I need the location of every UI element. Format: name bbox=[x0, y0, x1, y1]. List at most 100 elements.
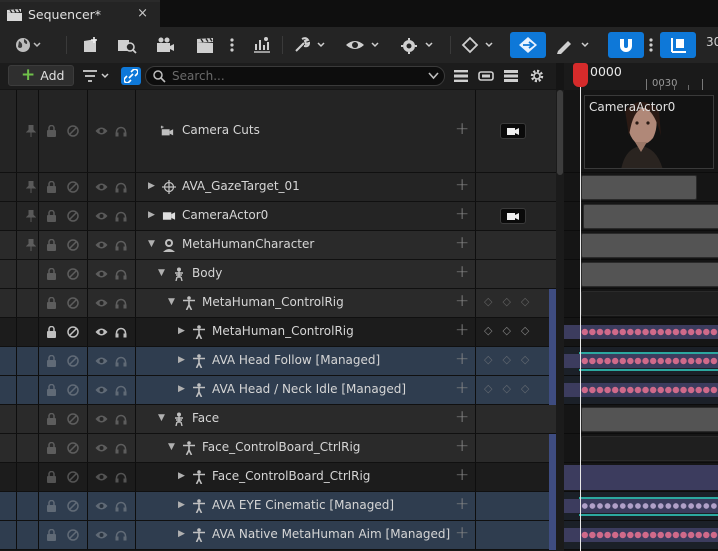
scrollbar-thumb[interactable] bbox=[557, 90, 563, 175]
add-subtrack-button[interactable]: + bbox=[455, 378, 469, 398]
track-lane[interactable] bbox=[564, 231, 718, 260]
collapse-rows-icon[interactable] bbox=[452, 67, 470, 85]
disable-icon[interactable] bbox=[66, 499, 80, 513]
add-subtrack-button[interactable]: + bbox=[455, 119, 469, 139]
list-view-icon[interactable] bbox=[502, 67, 520, 85]
lock-icon[interactable] bbox=[44, 383, 58, 397]
headphones-icon[interactable] bbox=[114, 470, 128, 484]
track-lane[interactable] bbox=[564, 463, 718, 492]
find-in-content-button[interactable] bbox=[114, 32, 140, 58]
expand-arrow-right-icon[interactable]: ▶ bbox=[148, 181, 155, 191]
track-row[interactable]: ▶ Face_ControlBoard_CtrlRig + bbox=[0, 463, 556, 492]
lock-icon[interactable] bbox=[44, 209, 58, 223]
eye-icon[interactable] bbox=[94, 238, 108, 252]
disable-icon[interactable] bbox=[66, 124, 80, 138]
add-subtrack-button[interactable]: + bbox=[455, 320, 469, 340]
lock-icon[interactable] bbox=[44, 441, 58, 455]
keyframe-markers[interactable] bbox=[581, 502, 718, 510]
track-row[interactable]: ▶ CameraActor0 + bbox=[0, 202, 556, 231]
keyframe-markers[interactable] bbox=[581, 386, 718, 394]
add-subtrack-button[interactable]: + bbox=[455, 262, 469, 282]
section-bar[interactable] bbox=[581, 233, 718, 258]
key-interpolation-button[interactable] bbox=[458, 32, 500, 58]
disable-icon[interactable] bbox=[66, 383, 80, 397]
keyframe-nav-icon[interactable]: ◇◇◇ bbox=[484, 382, 539, 395]
lock-icon[interactable] bbox=[44, 354, 58, 368]
lock-icon[interactable] bbox=[44, 499, 58, 513]
add-track-button[interactable]: + Add bbox=[8, 65, 74, 86]
eye-icon[interactable] bbox=[94, 528, 108, 542]
eye-icon[interactable] bbox=[94, 296, 108, 310]
more-options-icon[interactable] bbox=[226, 32, 238, 58]
headphones-icon[interactable] bbox=[114, 296, 128, 310]
add-subtrack-button[interactable]: + bbox=[455, 175, 469, 195]
disable-icon[interactable] bbox=[66, 528, 80, 542]
camera-lock-button[interactable] bbox=[500, 123, 526, 139]
section-bar[interactable] bbox=[581, 175, 697, 200]
snap-options-icon[interactable] bbox=[646, 32, 656, 58]
headphones-icon[interactable] bbox=[114, 209, 128, 223]
add-subtrack-button[interactable]: + bbox=[455, 407, 469, 427]
playback-options-button[interactable] bbox=[396, 32, 440, 58]
headphones-icon[interactable] bbox=[114, 124, 128, 138]
track-row[interactable]: ▶ AVA Head / Neck Idle [Managed] + ◇◇◇ bbox=[0, 376, 556, 405]
add-subtrack-button[interactable]: + bbox=[455, 349, 469, 369]
headphones-icon[interactable] bbox=[114, 325, 128, 339]
pin-icon[interactable] bbox=[24, 124, 38, 138]
render-movie-button[interactable] bbox=[152, 32, 178, 58]
view-options-button[interactable] bbox=[342, 32, 386, 58]
section-bar[interactable] bbox=[581, 291, 718, 316]
tab-sequencer[interactable]: Sequencer* × bbox=[0, 0, 160, 27]
track-row[interactable]: ▶ AVA Native MetaHuman Aim [Managed] + bbox=[0, 521, 556, 550]
headphones-icon[interactable] bbox=[114, 441, 128, 455]
headphones-icon[interactable] bbox=[114, 180, 128, 194]
disable-icon[interactable] bbox=[66, 325, 80, 339]
track-lane[interactable] bbox=[564, 260, 718, 289]
track-row[interactable]: ▼ Body + bbox=[0, 260, 556, 289]
lock-icon[interactable] bbox=[44, 124, 58, 138]
camera-lock-button[interactable] bbox=[500, 208, 526, 224]
eye-icon[interactable] bbox=[94, 412, 108, 426]
headphones-icon[interactable] bbox=[114, 238, 128, 252]
sync-selection-icon[interactable] bbox=[121, 67, 141, 85]
expand-arrow-right-icon[interactable]: ▶ bbox=[178, 471, 185, 481]
track-lane[interactable] bbox=[564, 434, 718, 463]
search-input[interactable] bbox=[172, 68, 422, 84]
track-lane[interactable] bbox=[564, 347, 718, 376]
keyframe-markers[interactable] bbox=[581, 328, 718, 336]
disable-icon[interactable] bbox=[66, 441, 80, 455]
eye-icon[interactable] bbox=[94, 354, 108, 368]
track-row[interactable]: ▼ Face + bbox=[0, 405, 556, 434]
section-bar[interactable] bbox=[581, 262, 718, 287]
headphones-icon[interactable] bbox=[114, 412, 128, 426]
expand-arrow-right-icon[interactable]: ▶ bbox=[178, 355, 185, 365]
camera-cut-thumbnail[interactable]: CameraActor0 bbox=[584, 95, 714, 169]
track-lane[interactable] bbox=[564, 405, 718, 434]
headphones-icon[interactable] bbox=[114, 528, 128, 542]
track-lane[interactable] bbox=[564, 202, 718, 231]
eye-icon[interactable] bbox=[94, 383, 108, 397]
lock-icon[interactable] bbox=[44, 267, 58, 281]
add-subtrack-button[interactable]: + bbox=[455, 204, 469, 224]
track-row[interactable]: ▶ AVA_GazeTarget_01 + bbox=[0, 173, 556, 202]
track-lane[interactable] bbox=[564, 376, 718, 405]
section-bar[interactable] bbox=[581, 407, 718, 432]
track-row[interactable]: ▶ AVA EYE Cinematic [Managed] + bbox=[0, 492, 556, 521]
gear-icon[interactable] bbox=[528, 67, 546, 85]
headphones-icon[interactable] bbox=[114, 267, 128, 281]
edit-mode-button[interactable] bbox=[552, 32, 596, 58]
add-subtrack-button[interactable]: + bbox=[455, 494, 469, 514]
lock-icon[interactable] bbox=[44, 238, 58, 252]
pin-icon[interactable] bbox=[24, 180, 38, 194]
eye-icon[interactable] bbox=[94, 470, 108, 484]
lock-icon[interactable] bbox=[44, 470, 58, 484]
add-subtrack-button[interactable]: + bbox=[455, 465, 469, 485]
track-row[interactable]: ▼ MetaHuman_ControlRig + ◇◇◇ bbox=[0, 289, 556, 318]
headphones-icon[interactable] bbox=[114, 354, 128, 368]
expand-arrow-right-icon[interactable]: ▶ bbox=[178, 529, 185, 539]
lock-icon[interactable] bbox=[44, 412, 58, 426]
track-row[interactable]: ▼ Face_ControlBoard_CtrlRig + bbox=[0, 434, 556, 463]
section-bar[interactable] bbox=[583, 204, 718, 229]
track-lane[interactable] bbox=[564, 521, 718, 550]
pin-icon[interactable] bbox=[24, 209, 38, 223]
